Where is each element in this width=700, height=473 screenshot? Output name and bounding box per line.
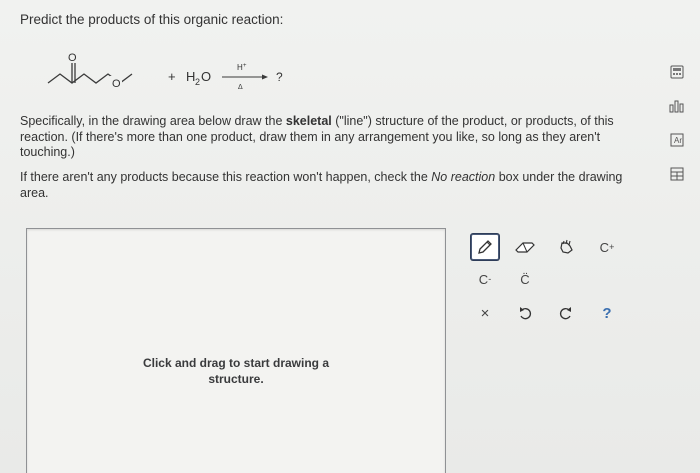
instructions: Specifically, in the drawing area below …: [20, 114, 630, 161]
undo-icon: [520, 307, 531, 320]
eraser-tool[interactable]: [511, 234, 539, 260]
charge-minus-label: C: [478, 271, 489, 287]
instructions-text-1: Specifically, in the drawing area below …: [20, 114, 286, 128]
catalyst-sup: +: [243, 63, 247, 69]
page: Predict the products of this organic rea…: [0, 0, 700, 473]
charge-plus-label: C: [599, 239, 610, 255]
plus-sign: +: [168, 69, 176, 84]
charge-plus-sup: +: [609, 242, 615, 252]
reagent-o: O: [201, 69, 211, 84]
drawing-canvas[interactable]: Click and drag to start drawing a struct…: [26, 228, 446, 473]
pencil-icon: [478, 240, 492, 254]
note-italic: No reaction: [431, 170, 496, 184]
drawing-toolbar: C + C- C̈ × ?: [465, 228, 640, 333]
drawing-hint-line-2: structure.: [208, 372, 264, 386]
charge-minus-tool[interactable]: C-: [471, 266, 499, 292]
lone-pair-label: C̈: [520, 271, 530, 287]
data-table-icon: [670, 167, 684, 181]
drawing-hint-line-1: Click and drag to start drawing a: [142, 356, 330, 370]
periodic-table-button[interactable]: Ar: [668, 132, 686, 148]
ether-oxygen: O: [112, 78, 121, 90]
drawing-hint: Click and drag to start drawing a struct…: [27, 355, 445, 387]
lasso-icon: [560, 239, 573, 254]
heat-symbol: Δ: [238, 84, 243, 91]
redo-tool[interactable]: [552, 300, 580, 326]
note-text-1: If there aren't any products because thi…: [20, 170, 432, 184]
question-title: Predict the products of this organic rea…: [20, 12, 284, 27]
data-table-button[interactable]: [668, 166, 686, 182]
chart-button[interactable]: [668, 98, 686, 114]
charge-plus-tool[interactable]: C +: [593, 234, 621, 260]
lone-pair-tool[interactable]: C̈: [511, 266, 539, 292]
reaction-scheme: O O + H 2 O H + Δ ?: [40, 40, 340, 100]
product-question: ?: [276, 70, 283, 84]
reaction-arrow-head: [262, 74, 268, 80]
lasso-tool[interactable]: [552, 234, 580, 260]
pencil-tool[interactable]: [471, 234, 499, 260]
calculator-button[interactable]: [668, 64, 686, 80]
periodic-table-icon: Ar: [670, 133, 684, 147]
bar-chart-icon: [669, 100, 684, 113]
svg-text:Ar: Ar: [674, 136, 682, 145]
undo-tool[interactable]: [511, 300, 539, 326]
eraser-icon: [515, 242, 535, 253]
side-tool-panel: Ar: [668, 64, 688, 184]
reagent-h: H: [186, 69, 195, 84]
carbonyl-oxygen: O: [68, 52, 77, 64]
clear-icon: ×: [480, 304, 490, 322]
reaction-svg: O O + H 2 O H + Δ ?: [47, 51, 283, 91]
charge-minus-sup: -: [488, 274, 492, 284]
calculator-icon: [670, 65, 684, 79]
no-reaction-note: If there aren't any products because thi…: [20, 170, 630, 201]
instructions-bold: skeletal: [285, 114, 332, 128]
help-icon: ?: [602, 304, 612, 322]
reagent-subscript: 2: [195, 77, 200, 87]
help-button[interactable]: ?: [593, 300, 621, 326]
clear-tool[interactable]: ×: [471, 300, 499, 326]
redo-icon: [560, 307, 571, 320]
